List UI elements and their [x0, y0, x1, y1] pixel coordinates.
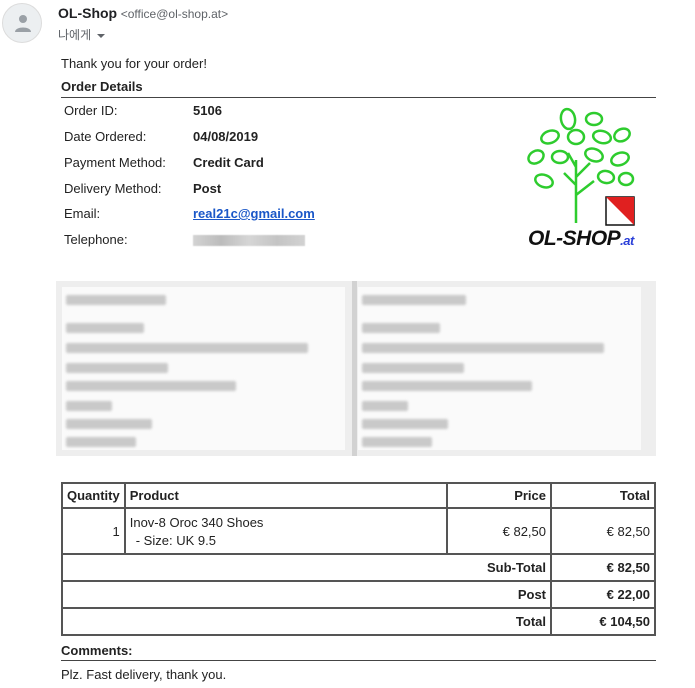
detail-label: Telephone: [64, 232, 128, 247]
recipient-label: 나에게 [58, 28, 92, 42]
date-ordered-value: 04/08/2019 [193, 129, 259, 144]
tree-icon [527, 107, 635, 226]
item-product-cell: Inov-8 Oroc 340 Shoes - Size: UK 9.5 [123, 507, 449, 555]
header-price: Price [446, 482, 552, 509]
shipping-value: € 22,00 [550, 580, 656, 609]
comments-text: Plz. Fast delivery, thank you. [61, 667, 227, 682]
item-price: € 82,50 [446, 507, 552, 555]
detail-label: Date Ordered: [64, 129, 147, 144]
chevron-down-icon [97, 33, 106, 38]
logo-wordmark: OL-SHOP.at [528, 227, 634, 250]
email-link[interactable]: real21c@gmail.com [193, 206, 315, 221]
sender-name[interactable]: OL-Shop [58, 5, 117, 21]
sender-email: <office@ol-shop.at> [120, 7, 229, 21]
detail-label: Email: [64, 206, 101, 221]
subtotal-row: Sub-Total € 82,50 [61, 553, 656, 582]
item-product-option: - Size: UK 9.5 [135, 532, 216, 548]
comments-title: Comments: [61, 643, 133, 658]
shipping-row: Post € 22,00 [61, 580, 656, 609]
detail-label: Delivery Method: [64, 181, 162, 196]
ol-shop-logo: OL-SHOP.at [524, 105, 656, 253]
total-row: Total € 104,50 [61, 607, 656, 636]
order-details-title: Order Details [61, 79, 143, 94]
redacted-phone [193, 235, 305, 246]
shipping-address-redacted [358, 287, 641, 450]
detail-label: Payment Method: [64, 155, 166, 170]
item-quantity: 1 [61, 507, 126, 555]
item-product-name: Inov-8 Oroc 340 Shoes [129, 514, 264, 530]
order-id-value: 5106 [193, 103, 222, 118]
delivery-method-value: Post [193, 181, 222, 196]
sender-avatar[interactable] [2, 3, 42, 43]
detail-label: Order ID: [64, 103, 118, 118]
table-row: 1 Inov-8 Oroc 340 Shoes - Size: UK 9.5 €… [61, 507, 656, 555]
payment-method-value: Credit Card [193, 155, 264, 170]
header-quantity: Quantity [61, 482, 126, 509]
divider [61, 660, 656, 661]
total-label: Total [61, 607, 552, 636]
address-section-redacted [56, 281, 656, 456]
recipient-dropdown[interactable]: 나에게 [58, 26, 106, 43]
thanks-message: Thank you for your order! [61, 56, 207, 71]
subtotal-label: Sub-Total [61, 553, 552, 582]
table-header-row: Quantity Product Price Total [61, 482, 656, 509]
person-icon [15, 15, 31, 32]
total-value: € 104,50 [550, 607, 656, 636]
address-divider [352, 281, 357, 456]
header-product: Product [123, 482, 449, 509]
divider [61, 97, 656, 98]
order-table: Quantity Product Price Total 1 Inov-8 Or… [61, 482, 656, 636]
payment-address-redacted [62, 287, 345, 450]
subtotal-value: € 82,50 [550, 553, 656, 582]
sender-line: OL-Shop <office@ol-shop.at> [58, 5, 228, 21]
header-total: Total [550, 482, 656, 509]
shipping-label: Post [61, 580, 552, 609]
item-total: € 82,50 [550, 507, 656, 555]
